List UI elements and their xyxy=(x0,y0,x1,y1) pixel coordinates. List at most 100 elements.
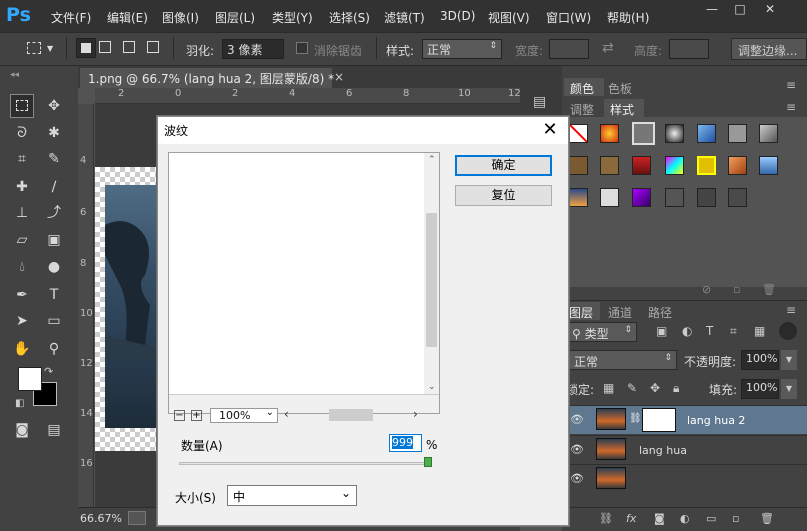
fill-input[interactable]: 100% xyxy=(741,379,779,399)
tab-color[interactable]: 颜色 xyxy=(564,78,604,96)
panel-menu-icon[interactable]: ≡ xyxy=(786,100,796,114)
lock-transparent-icon[interactable]: ▦ xyxy=(603,381,614,395)
tab-paths[interactable]: 路径 xyxy=(648,304,672,321)
visibility-eye-icon[interactable]: 👁︎ xyxy=(570,413,584,426)
amount-slider-thumb[interactable] xyxy=(424,457,432,467)
gradient-tool-icon[interactable]: ▣ xyxy=(42,228,66,252)
zoom-in-icon[interactable]: + xyxy=(191,410,202,421)
new-selection-button[interactable] xyxy=(76,38,96,58)
swap-colors-icon[interactable]: ↷ xyxy=(44,365,53,378)
preview-vscroll-thumb[interactable] xyxy=(426,213,437,347)
collapse-icon[interactable]: ◂◂ xyxy=(10,70,19,80)
style-swatch[interactable] xyxy=(600,124,619,143)
antialias-checkbox[interactable] xyxy=(296,42,308,54)
fx-icon[interactable]: fx xyxy=(626,512,636,525)
adjustment-layer-icon[interactable]: ◐ xyxy=(680,512,690,525)
panel-menu-icon[interactable]: ≡ xyxy=(786,78,796,92)
menu-view[interactable]: 视图(V) xyxy=(488,9,530,26)
menu-select[interactable]: 选择(S) xyxy=(329,9,370,26)
eraser-icon[interactable]: ▱ xyxy=(10,228,34,252)
type-tool-icon[interactable]: T xyxy=(42,283,66,307)
maximize-button[interactable]: □ xyxy=(725,0,755,18)
lock-position-icon[interactable]: ✥ xyxy=(650,381,660,395)
fill-dropdown-icon[interactable]: ▼ xyxy=(781,379,797,399)
style-swatch[interactable] xyxy=(632,156,651,175)
style-swatch[interactable] xyxy=(697,124,716,143)
mask-link-icon[interactable]: ⛓︎ xyxy=(629,413,642,424)
tab-layers[interactable]: 图层 xyxy=(564,302,600,320)
zoom-tool-icon[interactable]: ⚲ xyxy=(42,337,66,361)
doc-info-icon[interactable] xyxy=(128,511,146,525)
close-tab-icon[interactable]: × xyxy=(334,70,344,84)
style-swatch[interactable] xyxy=(569,188,588,207)
history-brush-icon[interactable]: ⤴ xyxy=(42,201,66,225)
pen-tool-icon[interactable]: ✒ xyxy=(10,283,34,307)
menu-edit[interactable]: 编辑(E) xyxy=(107,9,148,26)
menu-window[interactable]: 窗口(W) xyxy=(546,9,591,26)
move-tool-icon[interactable]: ✥ xyxy=(42,94,66,118)
zoom-level[interactable]: 66.67% xyxy=(80,512,122,525)
menu-filter[interactable]: 滤镜(T) xyxy=(384,9,425,26)
feather-input[interactable]: 3 像素 xyxy=(222,39,284,59)
style-swatch[interactable] xyxy=(632,188,651,207)
healing-brush-icon[interactable]: ✚ xyxy=(10,175,34,199)
menu-image[interactable]: 图像(I) xyxy=(162,9,199,26)
rect-marquee-preset-icon[interactable] xyxy=(27,42,41,54)
visibility-eye-icon[interactable]: 👁︎ xyxy=(570,443,584,456)
minimize-button[interactable]: — xyxy=(697,0,727,18)
new-layer-icon[interactable]: ▫ xyxy=(732,512,739,525)
subtract-selection-icon[interactable] xyxy=(123,41,135,53)
menu-3d[interactable]: 3D(D) xyxy=(440,9,475,23)
style-select[interactable]: 正常 ⇕ xyxy=(422,39,502,59)
path-select-icon[interactable]: ➤ xyxy=(10,309,34,333)
style-swatch[interactable] xyxy=(759,124,778,143)
style-swatch[interactable] xyxy=(600,156,619,175)
default-colors-icon[interactable]: ◧ xyxy=(15,398,24,409)
menu-help[interactable]: 帮助(H) xyxy=(607,9,649,26)
layer-mask-thumbnail[interactable] xyxy=(642,408,676,432)
style-swatch[interactable] xyxy=(728,188,747,207)
preview-zoom-select[interactable]: 100% ⌄ xyxy=(210,407,278,423)
new-style-icon[interactable]: ▫ xyxy=(733,283,740,296)
lasso-tool-icon[interactable]: ᘐ xyxy=(10,121,34,145)
filter-smart-icon[interactable]: ▦ xyxy=(754,324,765,338)
chevron-down-icon[interactable]: ▼ xyxy=(47,44,53,53)
marquee-tool-icon[interactable] xyxy=(10,94,34,118)
clear-style-icon[interactable]: ⊘ xyxy=(702,283,711,296)
lock-all-icon[interactable]: 🔒︎ xyxy=(673,381,679,396)
tab-styles[interactable]: 样式 xyxy=(604,99,644,117)
refine-edge-button[interactable]: 调整边缘... xyxy=(731,38,807,60)
link-layers-icon[interactable]: ⛓︎ xyxy=(599,512,613,525)
crop-tool-icon[interactable]: ⌗ xyxy=(10,147,34,171)
style-swatch[interactable] xyxy=(728,156,747,175)
opacity-dropdown-icon[interactable]: ▼ xyxy=(781,350,797,370)
style-swatch[interactable] xyxy=(600,188,619,207)
clone-stamp-icon[interactable]: ⊥ xyxy=(10,201,34,225)
intersect-selection-icon[interactable] xyxy=(147,41,159,53)
brush-tool-icon[interactable]: ∕ xyxy=(42,175,66,199)
scroll-right-icon[interactable]: › xyxy=(413,407,418,421)
style-swatch-none[interactable] xyxy=(569,124,588,143)
preview-hscroll-thumb[interactable] xyxy=(329,409,373,421)
blur-tool-icon[interactable]: 💧︎ xyxy=(10,255,34,279)
zoom-out-icon[interactable]: − xyxy=(174,410,185,421)
style-swatch[interactable] xyxy=(665,124,684,143)
style-swatch-selected[interactable] xyxy=(632,122,655,145)
scroll-down-icon[interactable]: ⌄ xyxy=(428,382,436,392)
dialog-close-icon[interactable]: ✕ xyxy=(538,119,562,141)
blend-mode-select[interactable]: 正常 ⇕ xyxy=(567,350,677,370)
magic-wand-icon[interactable]: ✱ xyxy=(42,121,66,145)
menu-layer[interactable]: 图层(L) xyxy=(215,9,255,26)
tab-adjustments[interactable]: 调整 xyxy=(570,101,594,118)
delete-style-icon[interactable]: 🗑︎ xyxy=(762,283,776,296)
opacity-input[interactable]: 100% xyxy=(741,350,779,370)
history-icon[interactable]: ▤ xyxy=(533,94,546,110)
scroll-up-icon[interactable]: ⌃ xyxy=(428,155,436,165)
layer-filter-select[interactable]: ⚲ 类型 ⇕ xyxy=(567,322,637,342)
filter-toggle[interactable] xyxy=(779,322,797,340)
style-swatch[interactable] xyxy=(759,156,778,175)
tab-channels[interactable]: 通道 xyxy=(608,304,632,321)
style-swatch[interactable] xyxy=(697,156,716,175)
eyedropper-icon[interactable]: ✎ xyxy=(42,147,66,171)
add-mask-icon[interactable]: ◙ xyxy=(654,512,665,525)
